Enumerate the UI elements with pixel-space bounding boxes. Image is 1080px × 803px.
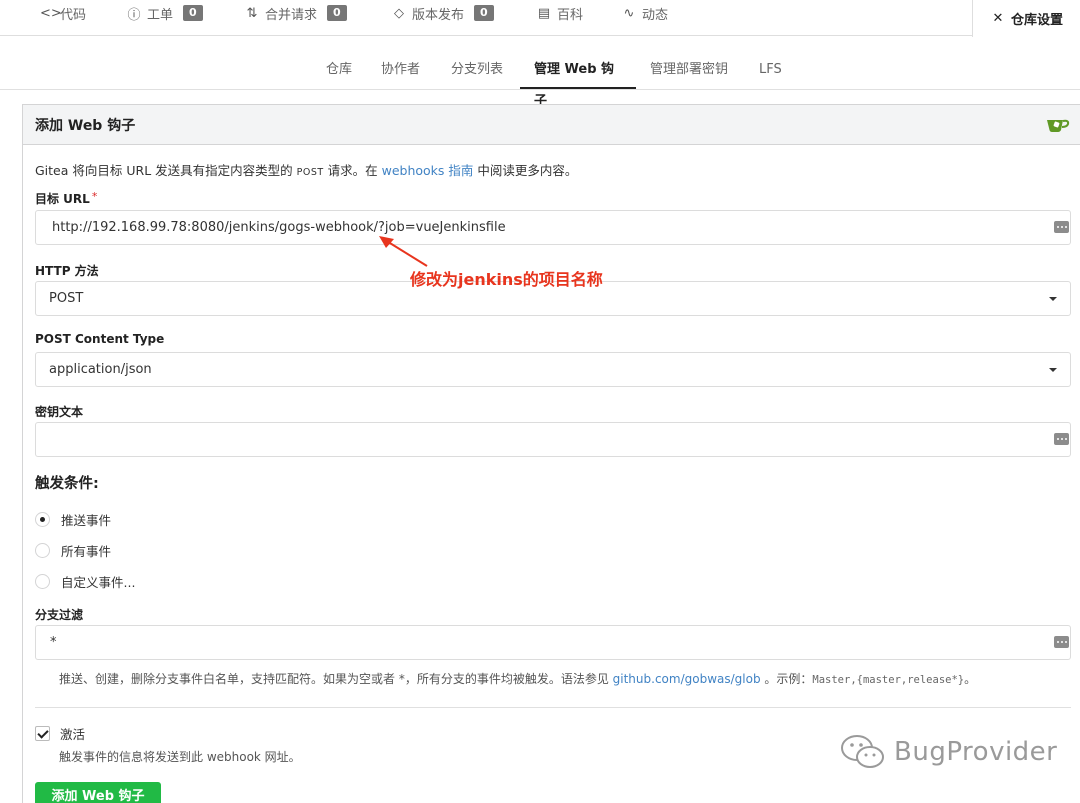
active-checkbox-row[interactable]: 激活 (35, 724, 85, 743)
glob-syntax-link[interactable]: github.com/gobwas/glob (613, 672, 761, 686)
tools-icon: ✕ (992, 11, 1004, 26)
tab-collaborators[interactable]: 协作者 (367, 54, 434, 89)
nav-settings-label: 仓库设置 (1011, 13, 1064, 28)
radio-custom[interactable] (35, 574, 50, 589)
secret-label: 密钥文本 (35, 405, 84, 419)
trigger-push-label: 推送事件 (61, 513, 112, 528)
chevron-down-icon (1049, 368, 1057, 372)
trigger-push-option[interactable]: 推送事件 (35, 510, 111, 529)
nav-pulls-label: 合并请求 (265, 7, 318, 23)
nav-releases[interactable]: ◇ 版本发布 0 (392, 0, 494, 26)
issues-count-badge: 0 (183, 5, 203, 21)
trigger-all-label: 所有事件 (61, 544, 112, 559)
nav-code[interactable]: <> 代码 (40, 0, 86, 26)
repo-nav: <> 代码 ⓘ 工单 0 ⇅ 合并请求 0 ◇ 版本发布 0 ▤ 百科 ∿ 动态… (0, 0, 1080, 37)
url-label: 目标 URL * (35, 190, 97, 207)
add-webhook-button[interactable]: 添加 Web 钩子 (35, 782, 161, 803)
wechat-icon (841, 735, 884, 768)
releases-count-badge: 0 (474, 5, 494, 21)
wiki-icon: ▤ (537, 5, 551, 21)
help-text: 推送、创建，删除分支事件白名单，支持匹配符。如果为空或者 *，所有分支的事件均被… (59, 672, 613, 686)
desc-text-suffix: 中阅读更多内容。 (473, 163, 578, 178)
target-url-input[interactable]: http://192.168.99.78:8080/jenkins/gogs-w… (35, 210, 1071, 245)
gitea-logo-icon (1047, 119, 1070, 132)
desc-text: Gitea 将向目标 URL 发送具有指定内容类型的 (35, 163, 297, 178)
tag-icon: ◇ (394, 5, 404, 21)
help-text-mid: 。示例： (760, 672, 813, 686)
password-manager-icon[interactable] (1054, 636, 1069, 648)
url-label-text: 目标 URL (35, 192, 90, 206)
branch-filter-label: 分支过滤 (35, 608, 84, 622)
password-manager-icon[interactable] (1054, 433, 1069, 445)
http-method-label: HTTP 方法 (35, 264, 99, 278)
nav-activity-label: 动态 (642, 7, 669, 23)
nav-wiki-label: 百科 (557, 7, 584, 23)
tab-lfs[interactable]: LFS (745, 54, 796, 89)
nav-settings[interactable]: ✕ 仓库设置 (972, 0, 1080, 37)
nav-activity[interactable]: ∿ 动态 (622, 0, 668, 26)
pulls-count-badge: 0 (327, 5, 347, 21)
webhooks-guide-link[interactable]: webhooks 指南 (382, 163, 474, 178)
active-checkbox[interactable] (35, 726, 50, 741)
active-help: 触发事件的信息将发送到此 webhook 网址。 (59, 750, 301, 764)
webhook-form-panel: 添加 Web 钩子 Gitea 将向目标 URL 发送具有指定内容类型的 POS… (22, 104, 1080, 803)
pull-request-icon: ⇅ (246, 5, 258, 21)
trigger-custom-option[interactable]: 自定义事件... (35, 572, 135, 591)
trigger-custom-label: 自定义事件... (61, 575, 136, 590)
nav-issues-label: 工单 (147, 7, 174, 23)
content-type-select[interactable]: application/json (35, 352, 1071, 387)
password-manager-icon[interactable] (1054, 221, 1069, 233)
active-label: 激活 (60, 727, 86, 742)
branch-filter-value: * (50, 635, 57, 650)
panel-header: 添加 Web 钩子 (23, 105, 1080, 145)
trigger-all-option[interactable]: 所有事件 (35, 541, 111, 560)
desc-text-mid: 请求。在 (323, 163, 382, 178)
nav-code-label: 代码 (60, 7, 87, 23)
panel-title: 添加 Web 钩子 (35, 117, 136, 134)
content-type-label: POST Content Type (35, 332, 165, 346)
watermark-text: BugProvider (894, 737, 1058, 767)
radio-push[interactable] (35, 512, 50, 527)
tab-repository[interactable]: 仓库 (312, 54, 366, 89)
nav-releases-label: 版本发布 (412, 7, 465, 23)
trigger-title: 触发条件: (35, 476, 99, 492)
help-example: Master,{master,release*} (812, 674, 965, 686)
tab-deploy-keys[interactable]: 管理部署密钥 (636, 54, 742, 89)
divider (35, 707, 1071, 708)
panel-description: Gitea 将向目标 URL 发送具有指定内容类型的 POST 请求。在 web… (35, 160, 577, 179)
branch-filter-input[interactable]: * (35, 625, 1071, 660)
desc-post-method: POST (296, 167, 324, 178)
nav-issues[interactable]: ⓘ 工单 0 (127, 0, 203, 26)
content-type-value: application/json (49, 362, 152, 377)
branch-filter-help: 推送、创建，删除分支事件白名单，支持匹配符。如果为空或者 *，所有分支的事件均被… (59, 670, 976, 687)
issue-icon: ⓘ (127, 7, 141, 23)
tab-branches[interactable]: 分支列表 (437, 54, 517, 89)
chevron-down-icon (1049, 297, 1057, 301)
http-method-value: POST (49, 291, 84, 306)
nav-pulls[interactable]: ⇅ 合并请求 0 (245, 0, 347, 26)
secret-input[interactable] (35, 422, 1071, 457)
watermark: BugProvider (840, 733, 1057, 771)
code-icon: <> (40, 5, 62, 21)
help-text-suffix: 。 (964, 672, 977, 686)
radio-all[interactable] (35, 543, 50, 558)
nav-wiki[interactable]: ▤ 百科 (537, 0, 583, 26)
target-url-value: http://192.168.99.78:8080/jenkins/gogs-w… (52, 220, 506, 235)
annotation-text: 修改为jenkins的项目名称 (410, 270, 603, 289)
tab-webhooks[interactable]: 管理 Web 钩子 (520, 54, 636, 109)
activity-icon: ∿ (623, 5, 635, 21)
required-mark: * (91, 190, 98, 203)
settings-tabs: 仓库 协作者 分支列表 管理 Web 钩子 管理部署密钥 LFS (0, 54, 1080, 109)
